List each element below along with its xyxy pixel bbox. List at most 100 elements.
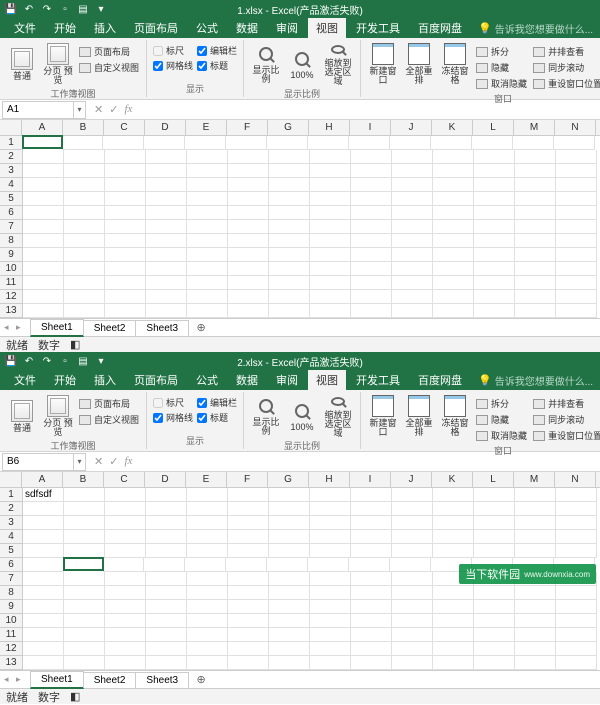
cell-D10[interactable] — [146, 614, 187, 628]
cell-J10[interactable] — [392, 614, 433, 628]
tell-me-search[interactable]: 💡告诉我您想要做什么... — [478, 21, 593, 36]
cell-A12[interactable] — [23, 290, 64, 304]
cell-E11[interactable] — [187, 276, 228, 290]
cell-N2[interactable] — [556, 502, 597, 516]
cell-I6[interactable] — [351, 206, 392, 220]
new-icon[interactable]: ▫ — [58, 354, 72, 368]
cell-A13[interactable] — [23, 304, 64, 318]
col-header-E[interactable]: E — [186, 472, 227, 487]
cell-G2[interactable] — [269, 502, 310, 516]
menu-baidu[interactable]: 百度网盘 — [410, 369, 470, 391]
cell-A1[interactable] — [22, 135, 63, 149]
unhide-button[interactable]: 取消隐藏 — [475, 76, 528, 91]
cell-H8[interactable] — [310, 234, 351, 248]
row-header-7[interactable]: 7 — [0, 220, 22, 234]
check-formulabar[interactable]: 编辑栏 — [197, 44, 237, 57]
cell-D6[interactable] — [146, 206, 187, 220]
cell-I9[interactable] — [351, 600, 392, 614]
cell-N6[interactable] — [556, 206, 597, 220]
split-button[interactable]: 拆分 — [475, 396, 528, 411]
cell-M11[interactable] — [515, 628, 556, 642]
cell-I11[interactable] — [351, 276, 392, 290]
cell-H3[interactable] — [310, 164, 351, 178]
cell-E13[interactable] — [187, 656, 228, 670]
cell-F9[interactable] — [228, 600, 269, 614]
check-ruler[interactable]: 标尺 — [153, 44, 193, 57]
menu-dev[interactable]: 开发工具 — [348, 17, 408, 39]
cell-J3[interactable] — [392, 516, 433, 530]
cell-A10[interactable] — [23, 262, 64, 276]
cell-C8[interactable] — [105, 234, 146, 248]
cell-E1[interactable] — [187, 488, 228, 502]
col-header-K[interactable]: K — [432, 120, 473, 135]
cell-M5[interactable] — [515, 192, 556, 206]
cell-G4[interactable] — [269, 178, 310, 192]
cell-F4[interactable] — [228, 178, 269, 192]
add-sheet-button[interactable]: ⊕ — [192, 673, 210, 686]
qat-dropdown-icon[interactable]: ▾ — [94, 354, 108, 368]
cell-F13[interactable] — [228, 656, 269, 670]
cell-D8[interactable] — [146, 586, 187, 600]
cell-G1[interactable] — [267, 136, 308, 150]
cell-K13[interactable] — [433, 304, 474, 318]
cell-E9[interactable] — [187, 248, 228, 262]
zoom-100-button[interactable]: 100% — [286, 394, 318, 438]
cell-M8[interactable] — [515, 586, 556, 600]
cell-A2[interactable] — [23, 502, 64, 516]
arrange-button[interactable]: 全部重排 — [403, 394, 435, 438]
cell-G5[interactable] — [269, 192, 310, 206]
sheet-nav-prev[interactable]: ◂ — [4, 322, 14, 334]
sheet-tab-Sheet2[interactable]: Sheet2 — [83, 320, 137, 336]
cell-L10[interactable] — [474, 614, 515, 628]
cell-E12[interactable] — [187, 642, 228, 656]
cell-F13[interactable] — [228, 304, 269, 318]
cell-D9[interactable] — [146, 248, 187, 262]
hide-button[interactable]: 隐藏 — [475, 412, 528, 427]
cell-D11[interactable] — [146, 628, 187, 642]
name-box-dropdown[interactable]: ▾ — [74, 453, 86, 471]
cell-B3[interactable] — [64, 516, 105, 530]
save-icon[interactable]: 💾 — [4, 354, 18, 368]
cell-N13[interactable] — [556, 656, 597, 670]
row-header-2[interactable]: 2 — [0, 502, 22, 516]
cell-E4[interactable] — [187, 530, 228, 544]
reset-button[interactable]: 重设窗口位置 — [532, 76, 600, 91]
cell-F12[interactable] — [228, 642, 269, 656]
cell-J8[interactable] — [392, 586, 433, 600]
cell-K11[interactable] — [433, 276, 474, 290]
cell-M2[interactable] — [515, 150, 556, 164]
cell-E6[interactable] — [187, 206, 228, 220]
menu-data[interactable]: 数据 — [228, 369, 266, 391]
cell-F5[interactable] — [228, 192, 269, 206]
menu-layout[interactable]: 页面布局 — [126, 17, 186, 39]
cell-G13[interactable] — [269, 304, 310, 318]
add-sheet-button[interactable]: ⊕ — [192, 321, 210, 334]
cell-H7[interactable] — [310, 572, 351, 586]
cell-A10[interactable] — [23, 614, 64, 628]
cell-N10[interactable] — [556, 262, 597, 276]
cell-C2[interactable] — [105, 502, 146, 516]
cell-J7[interactable] — [392, 220, 433, 234]
sheet-tab-Sheet3[interactable]: Sheet3 — [135, 672, 189, 688]
cell-N3[interactable] — [556, 164, 597, 178]
reset-button[interactable]: 重设窗口位置 — [532, 428, 600, 443]
sheet-tab-Sheet3[interactable]: Sheet3 — [135, 320, 189, 336]
freeze-button[interactable]: 冻结窗格 — [439, 394, 471, 438]
check-gridlines[interactable]: 网格线 — [153, 411, 193, 424]
cell-C9[interactable] — [105, 248, 146, 262]
cell-L3[interactable] — [474, 516, 515, 530]
cell-B9[interactable] — [64, 248, 105, 262]
cell-E12[interactable] — [187, 290, 228, 304]
syncscroll-button[interactable]: 同步滚动 — [532, 60, 600, 75]
cell-A7[interactable] — [23, 572, 64, 586]
cell-G8[interactable] — [269, 586, 310, 600]
cell-K8[interactable] — [433, 234, 474, 248]
col-header-M[interactable]: M — [514, 472, 555, 487]
zoom-selection-button[interactable]: 缩放到 选定区域 — [322, 42, 354, 86]
cell-L13[interactable] — [474, 656, 515, 670]
cell-K1[interactable] — [431, 136, 472, 150]
cell-E4[interactable] — [187, 178, 228, 192]
cell-G6[interactable] — [269, 206, 310, 220]
cell-G6[interactable] — [267, 558, 308, 572]
cell-N9[interactable] — [556, 600, 597, 614]
